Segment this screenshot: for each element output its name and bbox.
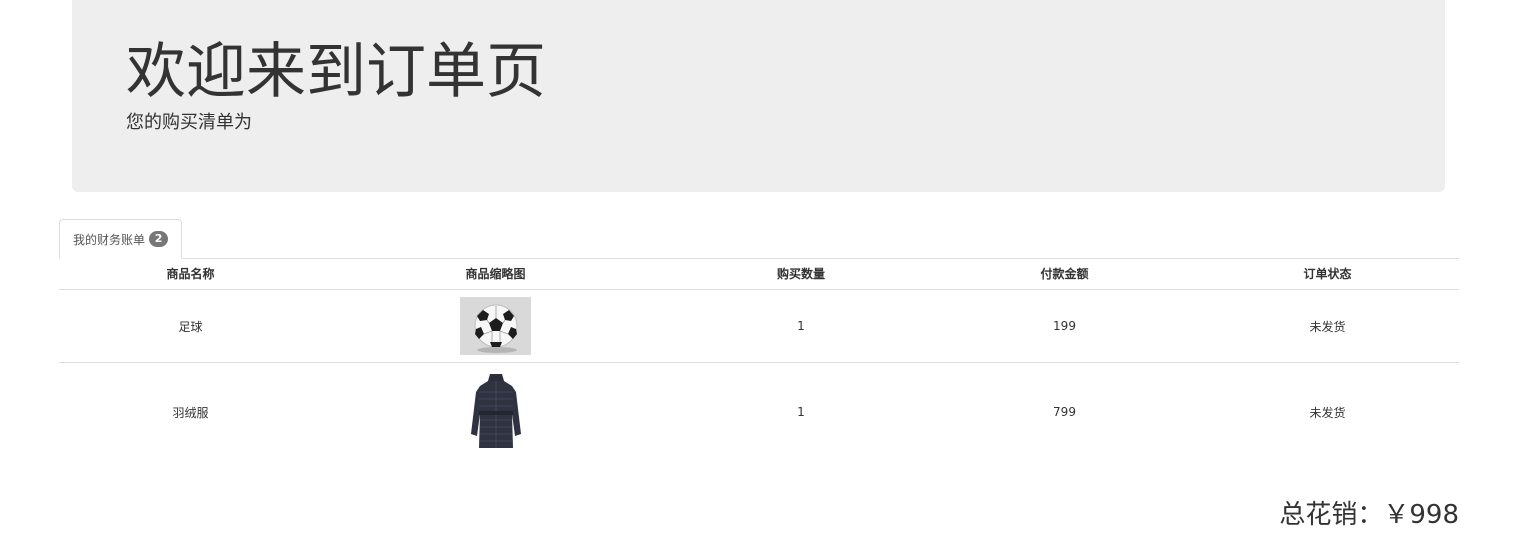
table-header-row: 商品名称 商品缩略图 购买数量 付款金额 订单状态	[59, 258, 1459, 290]
down-coat-image	[465, 372, 526, 452]
page-title: 欢迎来到订单页	[126, 37, 546, 107]
thumbnail-cell	[322, 363, 669, 462]
product-name-cell: 羽绒服	[172, 405, 209, 420]
column-header-amount: 付款金额	[933, 258, 1196, 290]
column-header-quantity: 购买数量	[669, 258, 933, 290]
total-spend: 总花销：￥998	[1279, 500, 1459, 530]
tab-finance-bill[interactable]: 我的财务账单 2	[59, 219, 183, 259]
quantity-cell: 1	[797, 405, 805, 419]
soccer-ball-image	[460, 297, 531, 355]
page-subtitle: 您的购买清单为	[126, 112, 252, 133]
column-header-status: 订单状态	[1196, 258, 1459, 290]
table-row: 足球 1 199 未发货	[59, 289, 1459, 363]
count-badge: 2	[149, 231, 169, 247]
jumbotron: 欢迎来到订单页 您的购买清单为	[72, 0, 1445, 192]
amount-cell: 199	[933, 289, 1196, 363]
status-cell: 未发货	[1196, 289, 1459, 363]
thumbnail-cell	[322, 289, 669, 363]
table-row: 羽绒服 1 799 未发货	[59, 363, 1459, 462]
amount-cell: 799	[1053, 405, 1076, 419]
tab-bar: 我的财务账单 2	[59, 219, 1459, 259]
column-header-name: 商品名称	[59, 258, 322, 290]
product-name-cell: 足球	[59, 289, 322, 363]
column-header-thumbnail: 商品缩略图	[322, 258, 669, 290]
quantity-cell: 1	[669, 289, 933, 363]
status-cell: 未发货	[1309, 405, 1346, 420]
orders-table: 商品名称 商品缩略图 购买数量 付款金额 订单状态 足球 1 199 未发货 羽…	[59, 258, 1459, 461]
tab-label: 我的财务账单	[73, 232, 146, 247]
